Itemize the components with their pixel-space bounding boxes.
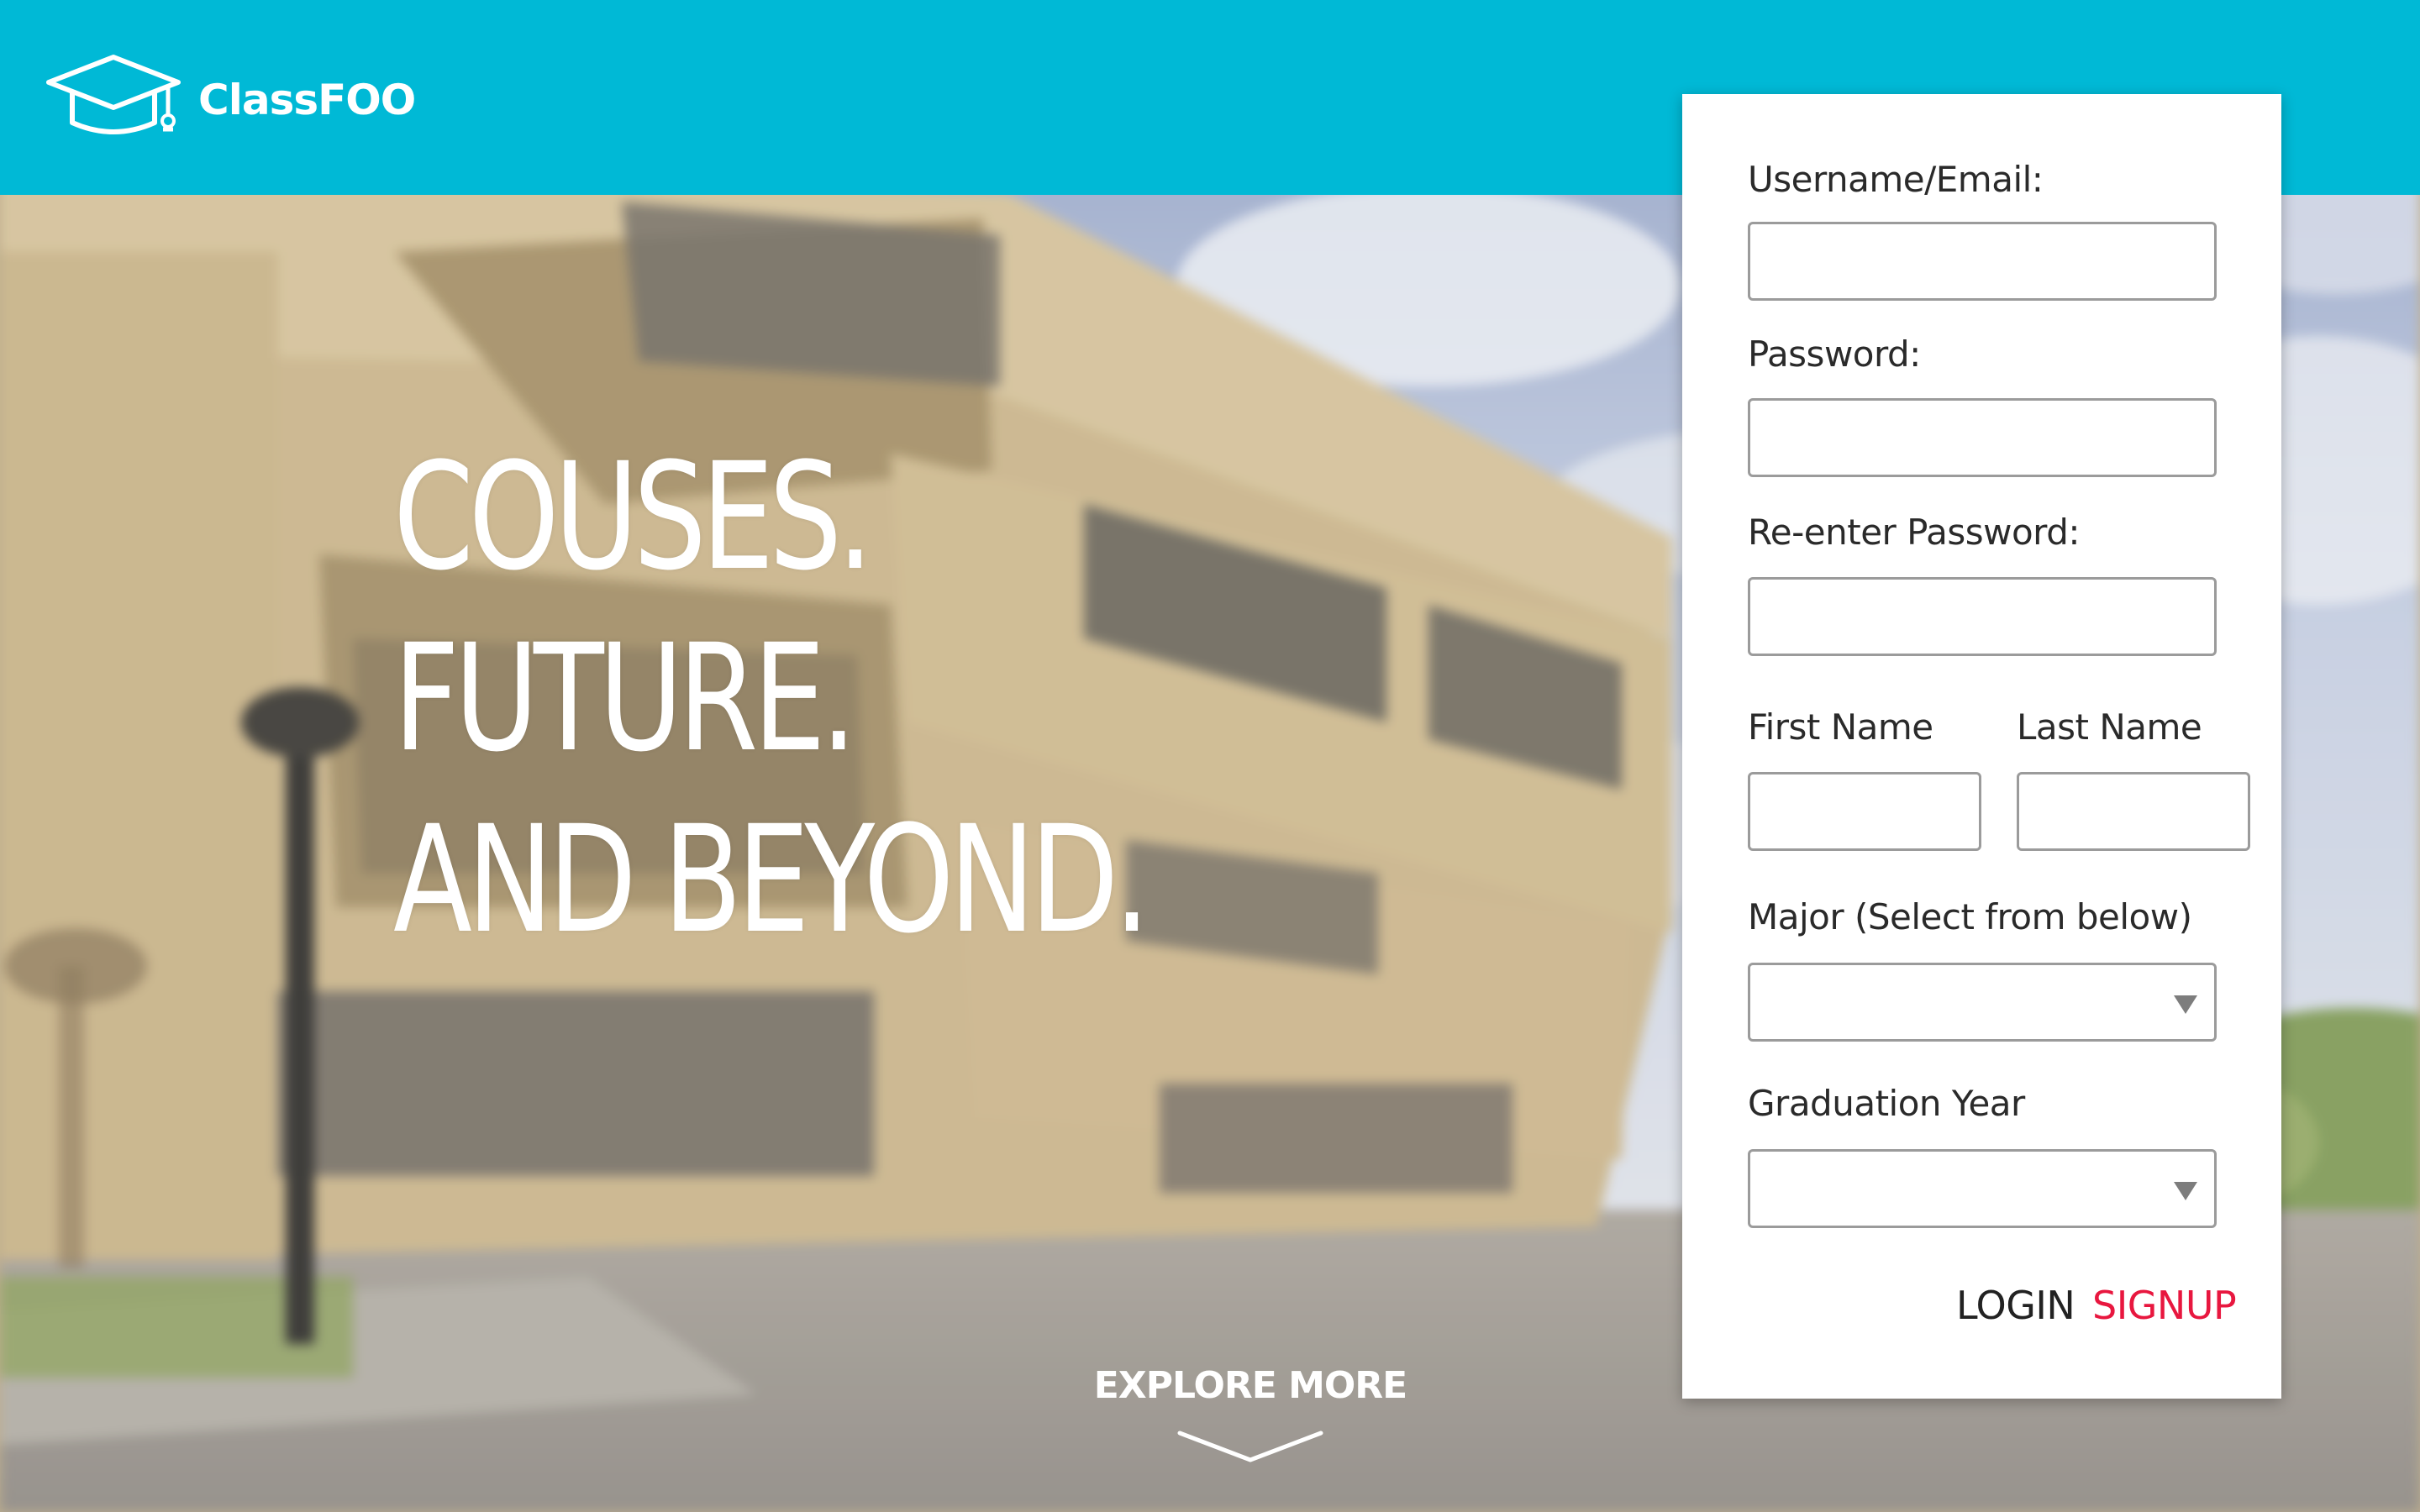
major-select[interactable] (1748, 963, 2217, 1042)
headline-line-2: FUTURE. (393, 612, 857, 785)
password-input[interactable] (1748, 398, 2217, 477)
first-name-input[interactable] (1748, 772, 1981, 851)
major-label: Major (Select from below) (1748, 896, 2192, 937)
password-label: Password: (1748, 333, 1921, 375)
headline-line-1: COUSES. (393, 431, 874, 603)
signup-button[interactable]: SIGNUP (2092, 1280, 2237, 1331)
first-name-label: First Name (1748, 706, 1933, 748)
graduation-cap-icon (46, 55, 181, 134)
caret-down-icon (2174, 995, 2197, 1014)
chevron-down-icon (1177, 1431, 1323, 1462)
reenter-password-label: Re-enter Password: (1748, 512, 2081, 553)
username-label: Username/Email: (1748, 159, 2044, 200)
brand-name: ClassFOO (198, 76, 416, 124)
last-name-input[interactable] (2017, 772, 2250, 851)
explore-more-link[interactable]: EXPLORE MORE (1084, 1361, 1417, 1478)
explore-more-label: EXPLORE MORE (1093, 1364, 1407, 1407)
login-button[interactable]: LOGIN (1956, 1280, 2075, 1331)
last-name-label: Last Name (2017, 706, 2202, 748)
username-email-input[interactable] (1748, 222, 2217, 301)
hero-headline: COUSES. FUTURE. AND BEYOND. (393, 427, 1234, 971)
graduation-year-label: Graduation Year (1748, 1083, 2025, 1124)
landing-page: ClassFOO COUSES. FUTURE. AND BEYOND. EXP… (0, 0, 2420, 1512)
caret-down-icon (2174, 1182, 2197, 1200)
graduation-year-select[interactable] (1748, 1149, 2217, 1228)
brand-logo[interactable]: ClassFOO (42, 50, 416, 143)
headline-line-3: AND BEYOND. (393, 794, 1150, 966)
reenter-password-input[interactable] (1748, 577, 2217, 656)
